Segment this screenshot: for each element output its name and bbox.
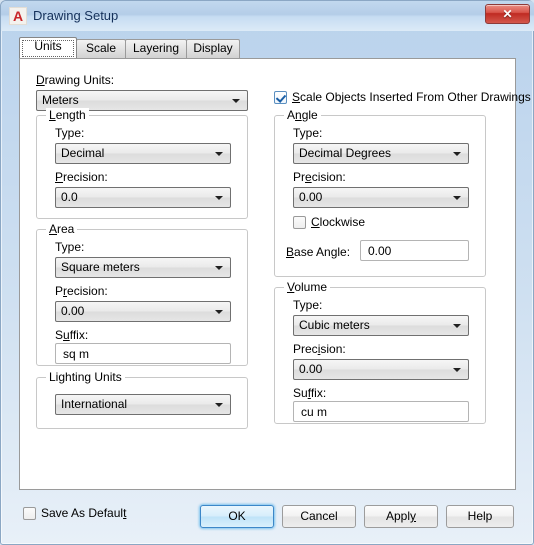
angle-type-label: Type: xyxy=(293,126,323,140)
lighting-units-group: Lighting Units International xyxy=(36,370,248,429)
lighting-units-combobox[interactable]: International xyxy=(55,394,231,415)
length-precision-combobox[interactable]: 0.0 xyxy=(55,187,231,208)
lighting-units-group-title: Lighting Units xyxy=(46,370,125,384)
clockwise-label: Clockwise xyxy=(311,215,366,229)
area-type-label: Type: xyxy=(55,240,85,254)
chevron-down-icon xyxy=(215,266,223,270)
angle-group-title: Angle xyxy=(284,108,321,122)
volume-type-label: Type: xyxy=(293,298,323,312)
area-group-title: Area xyxy=(46,222,78,236)
scale-objects-label: Scale Objects Inserted From Other Drawin… xyxy=(292,90,531,104)
units-tab-panel: Drawing Units: Meters Scale Objects Inse… xyxy=(19,58,531,490)
area-type-combobox[interactable]: Square meters xyxy=(55,257,231,278)
area-group: Area Type: Square meters Precision: 0.00… xyxy=(36,222,248,366)
length-precision-value: 0.0 xyxy=(61,190,78,204)
window-title: Drawing Setup xyxy=(33,8,119,23)
tab-display-label: Display xyxy=(193,41,233,55)
volume-type-value: Cubic meters xyxy=(299,318,370,332)
checkbox-box xyxy=(274,91,287,104)
area-suffix-label: Suffix: xyxy=(55,328,89,342)
chevron-down-icon xyxy=(215,403,223,407)
length-type-combobox[interactable]: Decimal xyxy=(55,143,231,164)
volume-type-combobox[interactable]: Cubic meters xyxy=(293,315,469,336)
ok-button[interactable]: OK xyxy=(200,505,274,528)
length-type-value: Decimal xyxy=(61,146,105,160)
chevron-down-icon xyxy=(453,196,461,200)
chevron-down-icon xyxy=(453,368,461,372)
close-button[interactable]: ✕ xyxy=(485,4,530,24)
tab-units-label: Units xyxy=(34,39,62,53)
cancel-button[interactable]: Cancel xyxy=(282,505,356,528)
chevron-down-icon xyxy=(453,324,461,328)
length-group-title: Length xyxy=(46,108,89,122)
area-suffix-input[interactable] xyxy=(55,343,231,364)
tab-display[interactable]: Display xyxy=(186,39,240,58)
angle-type-combobox[interactable]: Decimal Degrees xyxy=(293,143,469,164)
angle-precision-label: Precision: xyxy=(293,170,346,184)
volume-precision-combobox[interactable]: 0.00 xyxy=(293,359,469,380)
chevron-down-icon xyxy=(232,99,240,103)
angle-precision-value: 0.00 xyxy=(299,190,323,204)
length-group: Length Type: Decimal Precision: 0.0 xyxy=(36,108,248,219)
area-precision-combobox[interactable]: 0.00 xyxy=(55,301,231,322)
volume-precision-value: 0.00 xyxy=(299,362,323,376)
volume-suffix-input[interactable] xyxy=(293,401,469,422)
area-precision-label: Precision: xyxy=(55,284,108,298)
chevron-down-icon xyxy=(215,196,223,200)
drawing-setup-dialog: A Drawing Setup ✕ Units Scale Layering D… xyxy=(0,0,534,545)
lighting-units-value: International xyxy=(61,397,128,411)
angle-precision-combobox[interactable]: 0.00 xyxy=(293,187,469,208)
volume-group: Volume Type: Cubic meters Precision: 0.0… xyxy=(274,280,486,424)
chevron-down-icon xyxy=(215,310,223,314)
length-precision-label: Precision: xyxy=(55,170,108,184)
length-type-label: Type: xyxy=(55,126,85,140)
drawing-units-label: Drawing Units: xyxy=(36,73,115,87)
tab-layering-label: Layering xyxy=(132,41,180,55)
help-button[interactable]: Help xyxy=(446,505,514,528)
angle-type-value: Decimal Degrees xyxy=(299,146,392,160)
autocad-a-icon: A xyxy=(9,7,27,25)
tab-scale-label: Scale xyxy=(85,41,117,55)
checkbox-box xyxy=(293,216,306,229)
base-angle-label: Base Angle: xyxy=(286,245,351,259)
close-icon: ✕ xyxy=(502,7,513,21)
chevron-down-icon xyxy=(215,152,223,156)
tab-layering[interactable]: Layering xyxy=(125,39,187,58)
area-type-value: Square meters xyxy=(61,260,140,274)
area-precision-value: 0.00 xyxy=(61,304,85,318)
volume-suffix-label: Suffix: xyxy=(293,386,327,400)
chevron-down-icon xyxy=(453,152,461,156)
base-angle-input[interactable] xyxy=(360,240,469,261)
tab-scale[interactable]: Scale xyxy=(76,39,126,58)
tab-units[interactable]: Units xyxy=(19,37,77,58)
volume-group-title: Volume xyxy=(284,280,331,294)
checkbox-box xyxy=(23,507,36,520)
apply-button[interactable]: Apply xyxy=(364,505,438,528)
angle-group: Angle Type: Decimal Degrees Precision: 0… xyxy=(274,108,486,277)
save-as-default-label: Save As Default xyxy=(41,506,127,520)
title-bar[interactable]: A Drawing Setup ✕ xyxy=(1,1,534,31)
volume-precision-label: Precision: xyxy=(293,342,346,356)
